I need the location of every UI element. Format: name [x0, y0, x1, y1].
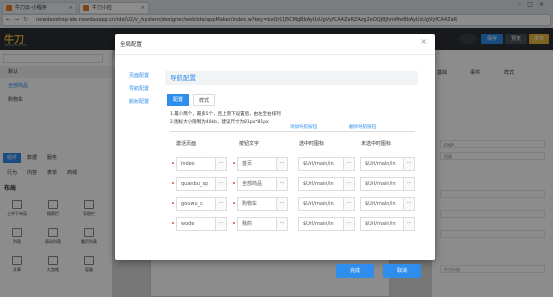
required-marker	[172, 222, 174, 224]
text-input[interactable]: 购物车	[237, 197, 277, 211]
active-icon-input[interactable]: $Url/main/in	[298, 197, 344, 211]
inactive-icon-input[interactable]: $Url/main/in	[360, 157, 404, 171]
nav-color-config[interactable]: 颜射配置	[129, 98, 149, 105]
inactive-icon-input[interactable]: $Url/main/in	[360, 197, 404, 211]
required-marker	[172, 162, 174, 164]
tab-config[interactable]: 配置	[167, 94, 189, 106]
required-marker	[233, 182, 235, 184]
page-select-button[interactable]: ···	[216, 197, 227, 211]
page-select-button[interactable]: ···	[216, 177, 227, 191]
nav-row: index ··· 首页 ··· $Url/main/in ··· $Url/m…	[170, 157, 415, 171]
add-nav-button-link[interactable]: 添加导航按钮	[290, 124, 317, 130]
inactive-icon-input[interactable]: $Url/main/in	[360, 177, 404, 191]
page-select-button[interactable]: ···	[216, 157, 227, 171]
tab-style[interactable]: 样式	[193, 94, 215, 106]
inactive-icon-button[interactable]: ···	[404, 197, 415, 211]
nav-row: gouwu_c ··· 购物车 ··· $Url/main/in ··· $Ur…	[170, 197, 415, 211]
text-input[interactable]: 全部商品	[237, 177, 277, 191]
divider	[115, 54, 435, 55]
nav-row: quanbu_sp ··· 全部商品 ··· $Url/main/in ··· …	[170, 177, 415, 191]
inactive-icon-input[interactable]: $Url/main/in	[360, 217, 404, 231]
text-input[interactable]: 我的	[237, 217, 277, 231]
page-input[interactable]: quanbu_sp	[176, 177, 216, 191]
nav-navigation-config[interactable]: 导航配置	[129, 85, 149, 92]
text-select-button[interactable]: ···	[277, 177, 288, 191]
required-marker	[233, 162, 235, 164]
ok-button[interactable]: 完成	[336, 264, 374, 278]
column-header: 选中时图标	[299, 141, 325, 147]
inactive-icon-button[interactable]: ···	[404, 217, 415, 231]
required-marker	[172, 182, 174, 184]
active-icon-button[interactable]: ···	[344, 157, 355, 171]
active-icon-input[interactable]: $Url/main/in	[298, 177, 344, 191]
required-marker	[233, 202, 235, 204]
text-input[interactable]: 首页	[237, 157, 277, 171]
global-config-dialog: 全局配置 × 页面配置 导航配置 颜射配置 导航配置 配置 样式 1.最少两个，…	[115, 34, 435, 278]
text-select-button[interactable]: ···	[277, 157, 288, 171]
dialog-title: 全局配置	[120, 42, 143, 48]
active-icon-input[interactable]: $Url/main/in	[298, 217, 344, 231]
column-header: 未选中时图标	[361, 141, 392, 147]
inactive-icon-button[interactable]: ···	[404, 157, 415, 171]
page-input[interactable]: gouwu_c	[176, 197, 216, 211]
column-header: 按钮文字	[239, 141, 260, 147]
hint-text: 1.最少两个，最多5个，且上而下设置后，由左至右排列	[170, 112, 281, 117]
active-icon-button[interactable]: ···	[344, 217, 355, 231]
cancel-button[interactable]: 取消	[383, 264, 421, 278]
active-icon-button[interactable]: ···	[344, 177, 355, 191]
hint-text: 2.图标大小限制为40kb，建议尺寸为81px*81px	[170, 120, 269, 125]
nav-page-config[interactable]: 页面配置	[129, 72, 149, 79]
section-title: 导航配置	[165, 71, 418, 85]
text-select-button[interactable]: ···	[277, 197, 288, 211]
column-header: 激活页面	[176, 141, 197, 147]
page-select-button[interactable]: ···	[216, 217, 227, 231]
required-marker	[233, 222, 235, 224]
page-input[interactable]: index	[176, 157, 216, 171]
active-icon-button[interactable]: ···	[344, 197, 355, 211]
required-marker	[172, 202, 174, 204]
delete-nav-button-link[interactable]: 删除导航按钮	[349, 124, 376, 130]
active-icon-input[interactable]: $Url/main/in	[298, 157, 344, 171]
page-input[interactable]: wode	[176, 217, 216, 231]
inactive-icon-button[interactable]: ···	[404, 177, 415, 191]
divider	[170, 131, 415, 132]
text-select-button[interactable]: ···	[277, 217, 288, 231]
nav-row: wode ··· 我的 ··· $Url/main/in ··· $Url/ma…	[170, 217, 415, 231]
close-icon[interactable]: ×	[420, 37, 427, 46]
